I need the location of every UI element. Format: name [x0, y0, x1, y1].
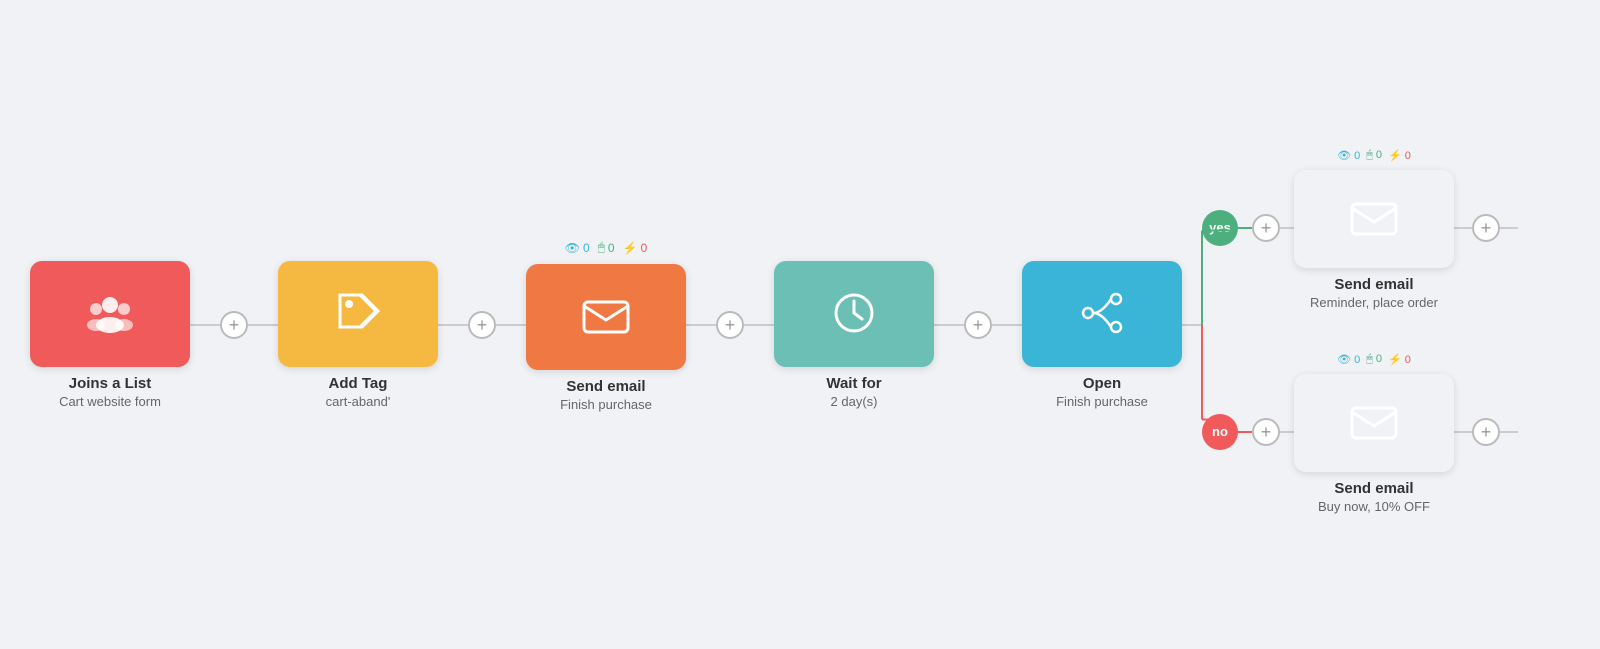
connector-2: + [438, 311, 526, 339]
yes-bounces: 0 [1405, 150, 1411, 162]
yes-views: 0 [1354, 150, 1360, 162]
line-4 [934, 324, 964, 326]
no-views-icon: 👁 0 [1337, 353, 1360, 366]
no-line [1238, 431, 1252, 433]
yes-node-label: Send email [1334, 276, 1413, 293]
yes-end-connector: + [1454, 214, 1518, 242]
connector-4: + [934, 311, 1022, 339]
open-card[interactable] [1022, 261, 1182, 367]
no-node-card[interactable] [1294, 374, 1454, 472]
no-views: 0 [1354, 354, 1360, 366]
no-end-line-2 [1500, 431, 1518, 433]
add-step-3-button[interactable]: + [716, 311, 744, 339]
send-email-1-stats: 👁 0 🖱 0 ⚡ 0 [565, 238, 647, 258]
node-open: Open Finish purchase [1022, 241, 1182, 409]
add-yes-button[interactable]: + [1252, 214, 1280, 242]
clicks-count: 0 [608, 241, 615, 255]
bounces-count: 0 [641, 241, 648, 255]
yes-views-icon: 👁 0 [1337, 149, 1360, 162]
tag-icon [330, 285, 386, 341]
yes-node-card[interactable] [1294, 170, 1454, 268]
joins-list-label: Joins a List [69, 375, 152, 392]
bounces-icon: ⚡ 0 [623, 241, 648, 255]
email-icon-1 [578, 288, 634, 344]
line-1 [190, 324, 220, 326]
yes-node-area: 👁 0 🖱 0 ⚡ 0 Send email Reminder [1294, 146, 1454, 310]
no-bounces: 0 [1405, 354, 1411, 366]
send-email-1-card[interactable] [526, 264, 686, 370]
add-tag-card[interactable] [278, 261, 438, 367]
line-2 [438, 324, 468, 326]
joins-list-card[interactable] [30, 261, 190, 367]
no-node-sublabel: Buy now, 10% OFF [1318, 499, 1430, 514]
line-3 [686, 324, 716, 326]
yes-bounces-icon: ⚡ 0 [1388, 149, 1411, 162]
views-count: 0 [583, 241, 590, 255]
line-2b [496, 324, 526, 326]
yes-clicks-icon: 🖱 0 [1366, 149, 1382, 162]
no-end-line [1454, 431, 1472, 433]
no-badge: no [1202, 414, 1238, 450]
add-no-end-button[interactable]: + [1472, 418, 1500, 446]
send-email-1-label: Send email [566, 378, 645, 395]
node-joins-list: Joins a List Cart website form [30, 241, 190, 409]
branch-icon [1074, 285, 1130, 341]
node-add-tag: Add Tag cart-aband' [278, 241, 438, 409]
node-wait-for: Wait for 2 day(s) [774, 241, 934, 409]
no-clicks: 0 [1376, 353, 1382, 365]
line-4b [992, 324, 1022, 326]
workflow-main: Joins a List Cart website form + Add [30, 136, 1518, 514]
yes-badge: yes [1202, 210, 1238, 246]
branch-line-main [1182, 324, 1202, 326]
joins-list-sublabel: Cart website form [59, 394, 161, 409]
workflow-canvas: Joins a List Cart website form + Add [30, 20, 1570, 629]
yes-node-stats: 👁 0 🖱 0 ⚡ 0 [1337, 146, 1411, 166]
branch-connector-main [1182, 324, 1202, 326]
no-clicks-icon: 🖱 0 [1366, 353, 1382, 366]
yes-node-sublabel: Reminder, place order [1310, 295, 1438, 310]
yes-line-2 [1280, 227, 1294, 229]
wait-for-sublabel: 2 day(s) [831, 394, 878, 409]
no-node-area: 👁 0 🖱 0 ⚡ 0 Send email Buy now, [1294, 350, 1454, 514]
no-line-2 [1280, 431, 1294, 433]
open-label: Open [1083, 375, 1121, 392]
wait-for-card[interactable] [774, 261, 934, 367]
no-end-connector: + [1454, 418, 1518, 446]
add-tag-sublabel: cart-aband' [326, 394, 391, 409]
add-step-4-button[interactable]: + [964, 311, 992, 339]
no-node-stats: 👁 0 🖱 0 ⚡ 0 [1337, 350, 1411, 370]
yes-end-line [1454, 227, 1472, 229]
open-sublabel: Finish purchase [1056, 394, 1148, 409]
send-email-1-sublabel: Finish purchase [560, 397, 652, 412]
right-section: yes + 👁 0 🖱 0 ⚡ 0 [1202, 136, 1518, 514]
yes-clicks: 0 [1376, 149, 1382, 161]
add-tag-label: Add Tag [329, 375, 388, 392]
email-icon-no [1346, 394, 1402, 450]
email-icon-yes [1346, 190, 1402, 246]
branch-yes: yes + 👁 0 🖱 0 ⚡ 0 [1202, 146, 1518, 310]
add-no-button[interactable]: + [1252, 418, 1280, 446]
add-step-2-button[interactable]: + [468, 311, 496, 339]
no-bounces-icon: ⚡ 0 [1388, 353, 1411, 366]
add-step-1-button[interactable]: + [220, 311, 248, 339]
line-3b [744, 324, 774, 326]
no-node-label: Send email [1334, 480, 1413, 497]
line-1b [248, 324, 278, 326]
wait-for-label: Wait for [826, 375, 881, 392]
node-send-email-1: 👁 0 🖱 0 ⚡ 0 Send email Finish purchase [526, 238, 686, 412]
clicks-icon: 🖱 0 [598, 240, 615, 255]
yes-end-line-2 [1500, 227, 1518, 229]
people-icon [82, 285, 138, 341]
add-yes-end-button[interactable]: + [1472, 214, 1500, 242]
clock-icon [826, 285, 882, 341]
views-icon: 👁 0 [565, 241, 590, 255]
connector-3: + [686, 311, 774, 339]
yes-line [1238, 227, 1252, 229]
branch-no: no + 👁 0 🖱 0 ⚡ 0 [1202, 350, 1518, 514]
connector-1: + [190, 311, 278, 339]
